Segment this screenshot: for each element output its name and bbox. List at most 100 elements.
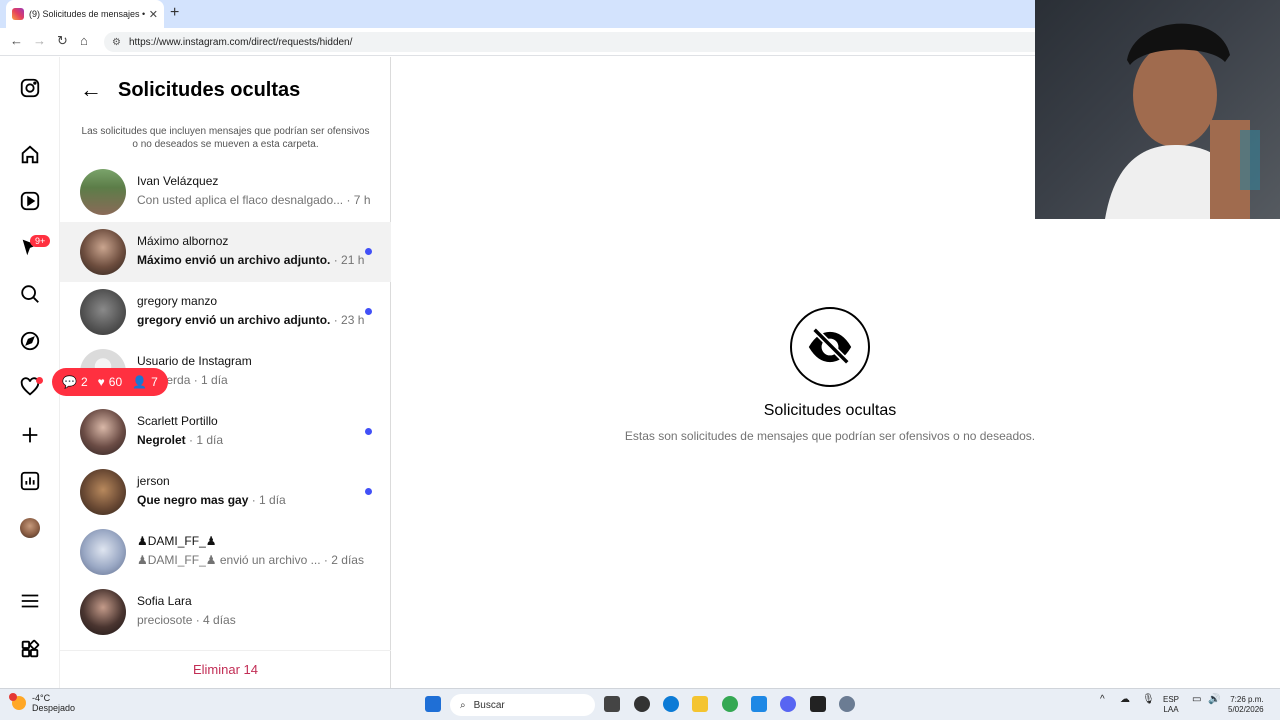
url-field[interactable]: ⚙ https://www.instagram.com/direct/reque… bbox=[104, 32, 1044, 52]
request-row[interactable]: Ivan Velázquez Con usted aplica el flaco … bbox=[60, 162, 391, 222]
request-sender-name: Ivan Velázquez bbox=[137, 174, 219, 188]
volume-icon[interactable]: 🔊 bbox=[1208, 695, 1220, 705]
instagram-favicon-icon bbox=[12, 8, 24, 20]
tab-title: (9) Solicitudes de mensajes • M bbox=[29, 9, 145, 19]
avatar bbox=[80, 289, 126, 335]
instagram-logo-icon[interactable] bbox=[18, 76, 42, 100]
explore-compass-icon[interactable] bbox=[18, 329, 42, 353]
request-time: · 2 días bbox=[320, 553, 364, 567]
language-indicator[interactable]: ESP LAA bbox=[1163, 695, 1179, 715]
taskbar-search-placeholder: Buscar bbox=[473, 699, 505, 711]
network-icon[interactable]: ▭ bbox=[1192, 695, 1201, 705]
home-icon[interactable]: ⌂ bbox=[80, 33, 88, 48]
epic-games-icon[interactable] bbox=[810, 696, 826, 712]
home-nav-icon[interactable] bbox=[18, 143, 42, 167]
request-time: · 1 día bbox=[190, 373, 228, 387]
request-preview: preciosote · 4 días bbox=[137, 613, 236, 627]
app-icon[interactable] bbox=[634, 696, 650, 712]
windows-taskbar: -4°C Despejado ⌕ Buscar ^ ☁ 🎙 ESP LAA ▭ … bbox=[0, 688, 1280, 720]
request-sender-name: Sofia Lara bbox=[137, 594, 192, 608]
back-arrow-icon[interactable]: ← bbox=[10, 33, 23, 48]
request-row[interactable]: Scarlett Portillo Negrolet · 1 día bbox=[60, 402, 391, 462]
notification-dot bbox=[36, 377, 43, 384]
forward-arrow-icon[interactable]: → bbox=[33, 33, 46, 48]
request-preview: Máximo envió un archivo adjunto. · 21 h bbox=[137, 253, 364, 267]
taskbar-search[interactable]: ⌕ Buscar bbox=[450, 694, 595, 716]
back-arrow-icon[interactable]: ← bbox=[80, 77, 102, 103]
request-preview: Con usted aplica el flaco desnalgado... … bbox=[137, 193, 371, 207]
request-message: preciosote bbox=[137, 613, 193, 627]
lang-top: ESP bbox=[1163, 695, 1180, 704]
activity-notification-pill[interactable]: 💬 2 ♥ 60 👤 7 bbox=[52, 368, 168, 396]
heart-icon: ♥ bbox=[97, 375, 105, 389]
panel-title: Solicitudes ocultas bbox=[118, 78, 301, 101]
url-text: https://www.instagram.com/direct/request… bbox=[128, 36, 353, 48]
messages-badge: 9+ bbox=[30, 235, 51, 247]
clock[interactable]: 7:26 p.m. 5/02/2026 bbox=[1228, 695, 1264, 715]
task-view-icon[interactable] bbox=[604, 696, 620, 712]
new-tab-button[interactable]: + bbox=[170, 4, 179, 22]
clock-date: 5/02/2026 bbox=[1228, 705, 1264, 714]
close-tab-icon[interactable]: ✕ bbox=[149, 8, 158, 21]
avatar bbox=[80, 409, 126, 455]
edge-icon[interactable] bbox=[663, 696, 679, 712]
file-explorer-icon[interactable] bbox=[692, 696, 708, 712]
create-plus-icon[interactable] bbox=[18, 423, 42, 447]
request-row[interactable]: jerson Que negro mas gay · 1 día bbox=[60, 462, 391, 522]
tray-chevron-icon[interactable]: ^ bbox=[1100, 695, 1105, 705]
request-message: gregory envió un archivo adjunto. bbox=[137, 313, 331, 327]
weather-text: Despejado bbox=[32, 703, 76, 713]
search-icon: ⌕ bbox=[460, 699, 466, 711]
avatar bbox=[80, 169, 126, 215]
search-icon[interactable] bbox=[18, 282, 42, 306]
request-time: · 4 días bbox=[192, 613, 236, 627]
request-sender-name: jerson bbox=[137, 474, 170, 488]
request-sender-name: Usuario de Instagram bbox=[137, 354, 252, 368]
dashboard-chart-icon[interactable] bbox=[18, 469, 42, 493]
more-menu-icon[interactable] bbox=[18, 589, 42, 613]
request-time: · 1 día bbox=[185, 433, 224, 447]
request-time: · 21 h bbox=[330, 253, 365, 267]
request-message: Que negro mas gay bbox=[137, 493, 249, 507]
cloud-icon[interactable]: ☁ bbox=[1120, 695, 1130, 705]
request-row[interactable]: Sofia Lara preciosote · 4 días bbox=[60, 582, 391, 642]
avatar bbox=[80, 229, 126, 275]
request-message: Máximo envió un archivo adjunto. bbox=[137, 253, 331, 267]
request-preview: Negrolet · 1 día bbox=[137, 433, 223, 447]
windows-start-icon[interactable] bbox=[425, 696, 441, 712]
also-from-meta-icon[interactable] bbox=[18, 637, 42, 661]
request-time: · 7 h bbox=[343, 193, 371, 207]
avatar bbox=[80, 589, 126, 635]
discord-icon[interactable] bbox=[780, 696, 796, 712]
request-row[interactable]: gregory manzo gregory envió un archivo ad… bbox=[60, 282, 391, 342]
eye-off-icon bbox=[790, 307, 870, 387]
request-sender-name: Scarlett Portillo bbox=[137, 414, 218, 428]
site-settings-icon[interactable]: ⚙ bbox=[112, 37, 121, 48]
comment-icon: 💬 bbox=[62, 375, 77, 389]
request-message: ♟DAMI_FF_♟ envió un archivo ... bbox=[137, 553, 321, 567]
store-icon[interactable] bbox=[751, 696, 767, 712]
panel-description: Las solicitudes que incluyen mensajes qu… bbox=[81, 126, 370, 150]
request-message: Negrolet bbox=[137, 433, 186, 447]
settings-gear-icon[interactable] bbox=[839, 696, 855, 712]
request-preview: ♟DAMI_FF_♟ envió un archivo ... · 2 días bbox=[137, 553, 364, 567]
request-row[interactable]: ♟DAMI_FF_♟ ♟DAMI_FF_♟ envió un archivo ..… bbox=[60, 522, 391, 582]
unread-dot bbox=[365, 488, 372, 495]
request-time: · 23 h bbox=[330, 313, 365, 327]
reload-icon[interactable]: ↻ bbox=[57, 33, 68, 49]
avatar bbox=[80, 469, 126, 515]
browser-tab[interactable]: (9) Solicitudes de mensajes • M ✕ bbox=[6, 0, 164, 28]
chrome-icon[interactable] bbox=[722, 696, 738, 712]
delete-all-button[interactable]: Eliminar 14 bbox=[60, 650, 391, 688]
profile-avatar[interactable] bbox=[18, 516, 42, 540]
person-icon: 👤 bbox=[132, 375, 148, 389]
request-preview: Que negro mas gay · 1 día bbox=[137, 493, 286, 507]
request-row[interactable]: Máximo albornoz Máximo envió un archivo a… bbox=[60, 222, 391, 282]
weather-sun-icon bbox=[9, 693, 26, 710]
request-message: Con usted aplica el flaco desnalgado... bbox=[137, 193, 344, 207]
comment-count: 2 bbox=[80, 375, 88, 389]
mic-icon[interactable]: 🎙 bbox=[1142, 695, 1155, 705]
weather-widget[interactable]: -4°C Despejado bbox=[9, 693, 76, 713]
reels-icon[interactable] bbox=[18, 189, 42, 213]
clock-time: 7:26 p.m. bbox=[1230, 695, 1264, 704]
